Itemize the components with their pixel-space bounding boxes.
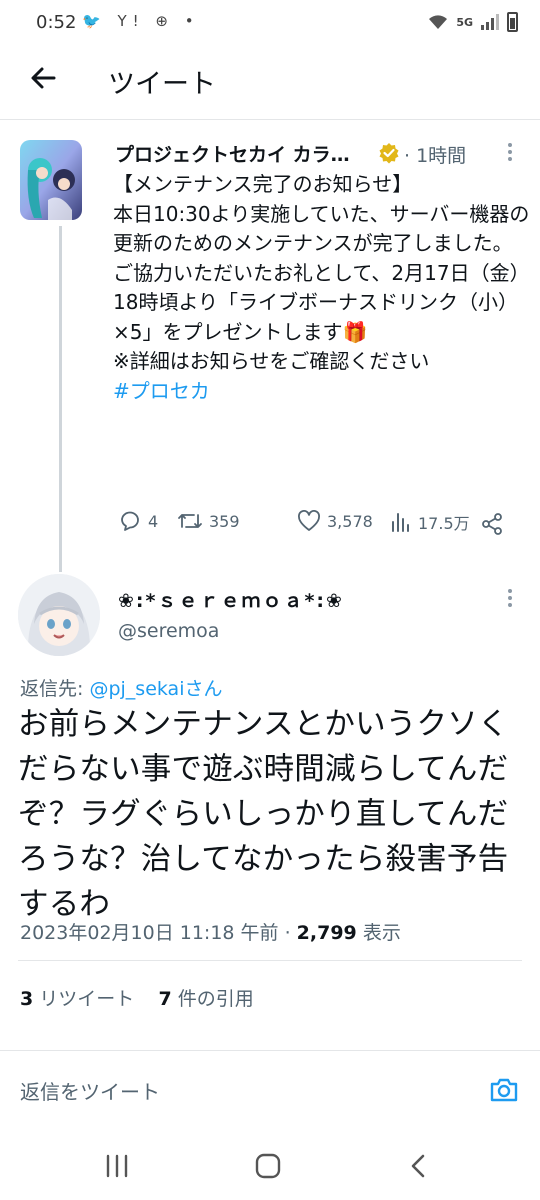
recent-apps-icon[interactable] bbox=[104, 1154, 130, 1178]
reply-view-label: 表示 bbox=[356, 922, 401, 944]
home-icon[interactable] bbox=[255, 1153, 281, 1179]
signal-icon bbox=[481, 14, 499, 30]
retweet-icon bbox=[178, 514, 202, 528]
reply-timestamp[interactable]: 2023年02月10日 11:18 午前 · bbox=[20, 922, 297, 944]
views-button[interactable]: 17.5万 bbox=[390, 510, 470, 534]
retweet-stat-label: リツイート bbox=[33, 988, 135, 1010]
views-icon bbox=[392, 513, 409, 532]
thread-line bbox=[59, 226, 62, 572]
tweet-line: ご協力いただいたお礼として、2月17日（金）18時頃より「ライブボーナスドリンク… bbox=[113, 260, 530, 344]
reply-button[interactable]: 4 bbox=[118, 510, 158, 532]
network-label: 5G bbox=[456, 15, 473, 29]
retweet-count: 359 bbox=[209, 511, 240, 531]
view-count: 17.5万 bbox=[418, 514, 470, 533]
reply-more-options-icon[interactable] bbox=[505, 586, 515, 610]
back-nav-icon[interactable] bbox=[408, 1153, 428, 1179]
like-count: 3,578 bbox=[327, 511, 373, 531]
compose-divider bbox=[0, 1050, 540, 1051]
reply-to-line: 返信先: @pj_sekaiさん bbox=[20, 674, 222, 701]
tweet-actions: 4 359 3,578 17.5万 bbox=[110, 510, 510, 540]
reply-icon bbox=[121, 511, 139, 531]
notification-icons: 🐦 Y! ⊕ • bbox=[82, 12, 200, 30]
status-bar: 0:52 🐦 Y! ⊕ • 5G bbox=[0, 0, 540, 46]
quote-stat-count: 7 bbox=[158, 988, 172, 1010]
tweet-line: 本日10:30より実施していた、サーバー機器の更新のためのメンテナンスが完了しま… bbox=[113, 201, 530, 256]
retweet-stat-count: 3 bbox=[20, 988, 34, 1010]
tweet-line: 【メンテナンス完了のお知らせ】 bbox=[113, 172, 413, 196]
hashtag-link[interactable]: #プロセカ bbox=[113, 379, 210, 403]
heart-icon bbox=[298, 510, 320, 531]
share-icon[interactable] bbox=[480, 512, 504, 536]
status-time: 0:52 bbox=[36, 12, 77, 33]
reply-view-count: 2,799 bbox=[296, 922, 357, 944]
reply-to-label: 返信先: bbox=[20, 678, 90, 700]
verified-badge-icon bbox=[379, 143, 399, 164]
reply-compose-input[interactable]: 返信をツイート bbox=[20, 1076, 160, 1105]
retweet-button[interactable]: 359 bbox=[177, 510, 240, 532]
page-title: ツイート bbox=[108, 69, 216, 100]
reply-author-handle[interactable]: @seremoa bbox=[118, 620, 219, 642]
original-tweet-time: · 1時間 bbox=[404, 145, 467, 167]
more-options-icon[interactable] bbox=[505, 140, 515, 164]
wifi-icon bbox=[429, 15, 448, 29]
reply-to-mention[interactable]: @pj_sekaiさん bbox=[89, 678, 222, 700]
meta-divider bbox=[18, 960, 522, 961]
original-author-avatar[interactable] bbox=[20, 140, 82, 220]
original-tweet-text: 【メンテナンス完了のお知らせ】 本日10:30より実施していた、サーバー機器の更… bbox=[113, 170, 533, 406]
system-nav-bar bbox=[0, 1132, 540, 1200]
like-button[interactable]: 3,578 bbox=[297, 510, 373, 532]
reply-count: 4 bbox=[148, 511, 159, 531]
battery-icon bbox=[507, 12, 518, 32]
quote-stat-label: 件の引用 bbox=[171, 988, 254, 1010]
reply-author-avatar[interactable] bbox=[18, 574, 100, 656]
camera-icon[interactable] bbox=[488, 1074, 520, 1106]
reply-stats: 3 リツイート 7 件の引用 bbox=[20, 984, 254, 1011]
tweet-line: ※詳細はお知らせをご確認ください bbox=[113, 349, 430, 373]
reply-tweet-text: お前らメンテナンスとかいうクソくだらない事で遊ぶ時間減らしてんだぞ？ラグぐらいし… bbox=[18, 707, 509, 922]
original-author-name[interactable]: プロジェクトセカイ カラ… bbox=[115, 140, 350, 167]
system-icons: 5G bbox=[428, 12, 518, 32]
back-arrow-icon[interactable] bbox=[24, 58, 64, 98]
reply-meta: 2023年02月10日 11:18 午前 · 2,799 表示 bbox=[20, 918, 401, 945]
quotes-stat[interactable]: 7 件の引用 bbox=[158, 988, 253, 1010]
reply-author-name[interactable]: ❀:*ｓｅｒｅｍｏａ*:❀ bbox=[118, 586, 344, 613]
header-divider bbox=[0, 119, 540, 120]
retweets-stat[interactable]: 3 リツイート bbox=[20, 988, 134, 1010]
